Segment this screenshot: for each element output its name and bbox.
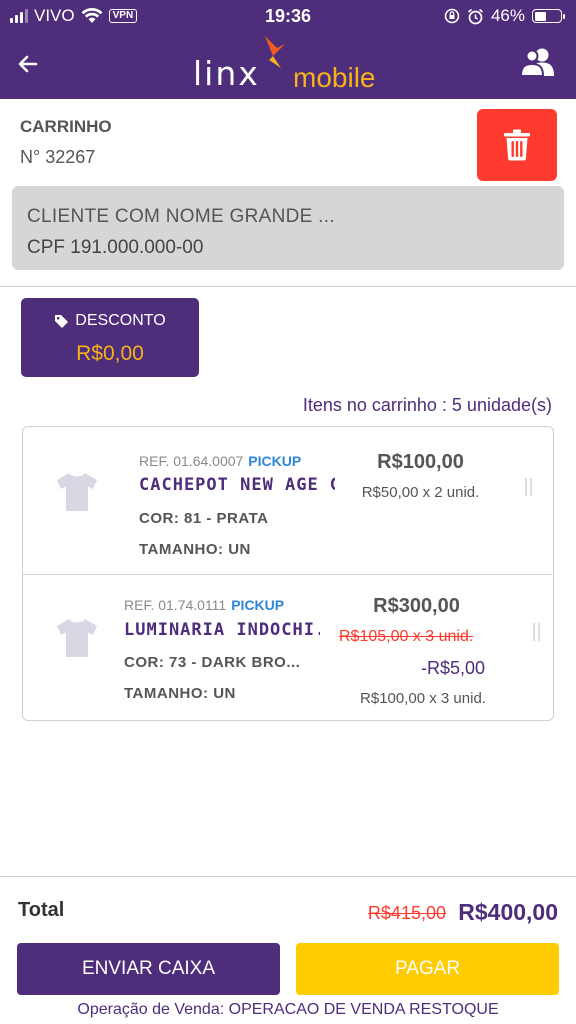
item-original-unit-price: R$105,00 x 3 unid. [339,628,474,645]
client-card[interactable]: CLIENTE COM NOME GRANDE ... CPF 191.000.… [12,186,564,270]
client-name: CLIENTE COM NOME GRANDE ... [27,206,335,227]
item-size: TAMANHO: UN [139,541,251,558]
pickup-badge: PICKUP [248,453,302,469]
item-price: R$300,00 [373,595,460,617]
cart-items-list: REF. 01.64.0007 PICKUP CACHEPOT NEW AGE G… [22,426,554,721]
item-name: CACHEPOT NEW AGE G [139,475,335,495]
status-right: 46% [444,6,565,26]
linx-mobile-logo: linx mobile [193,36,393,98]
arrow-left-icon[interactable] [14,50,42,78]
total-amount: R$400,00 [458,899,558,925]
item-color: COR: 73 - DARK BRO... [124,654,301,671]
items-count: Itens no carrinho : 5 unidade(s) [302,395,552,415]
pickup-badge: PICKUP [231,597,285,613]
discount-value: R$0,00 [76,342,144,365]
logo-linx: linx [193,54,260,93]
item-price: R$100,00 [377,451,464,473]
tag-icon [55,314,69,328]
discount-label: DESCONTO [75,312,166,329]
item-ref-row: REF. 01.64.0007 PICKUP [139,453,301,469]
item-unit-price: R$100,00 x 3 unid. [360,690,486,707]
item-name: LUMINARIA INDOCHI... [124,620,320,640]
tshirt-icon [57,619,97,657]
cart-item[interactable]: REF. 01.74.0111PICKUP LUMINARIA INDOCHI.… [23,575,552,720]
item-ref: REF. 01.64.0007 [139,453,244,469]
rotation-lock-icon [444,8,460,24]
item-color: COR: 81 - PRATA [139,510,269,527]
total-label: Total [18,899,65,921]
discount-label-row: DESCONTO [21,312,199,330]
battery-percent: 46% [490,6,525,25]
item-ref-row: REF. 01.74.0111 PICKUP [124,597,284,613]
cart-label: CARRINHO [20,117,112,136]
item-discount: -R$5,00 [421,658,486,678]
app-header: linx mobile [0,32,576,99]
client-cpf: CPF 191.000.000-00 [27,237,204,258]
total-original: R$415,00 [367,903,446,923]
alarm-icon [467,8,484,24]
cart-number: N° 32267 [20,147,96,167]
logo-mobile: mobile [293,62,376,93]
trash-icon [504,129,530,161]
discount-button[interactable]: DESCONTO R$0,00 [21,298,199,377]
cart-item[interactable]: REF. 01.64.0007 PICKUP CACHEPOT NEW AGE G… [23,427,552,575]
battery-icon [532,9,565,23]
checkout-footer: Total R$415,00 R$400,00 ENVIAR CAIXA PAG… [0,876,576,1024]
users-icon[interactable] [520,46,556,78]
item-ref: REF. 01.74.0111 [124,597,227,613]
divider [0,286,576,287]
delete-cart-button[interactable] [477,109,557,181]
item-size: TAMANHO: UN [124,685,236,702]
tshirt-icon [57,473,97,511]
status-bar: VIVO VPN 19:36 46% [0,0,576,32]
pay-button[interactable]: PAGAR [296,943,559,995]
send-to-cashier-button[interactable]: ENVIAR CAIXA [17,943,280,995]
drag-handle-icon[interactable] [525,478,535,496]
sale-operation: Operação de Venda: OPERACAO DE VENDA RES… [77,1001,499,1018]
item-unit-price: R$50,00 x 2 unid. [361,484,480,501]
drag-handle-icon[interactable] [533,623,543,641]
